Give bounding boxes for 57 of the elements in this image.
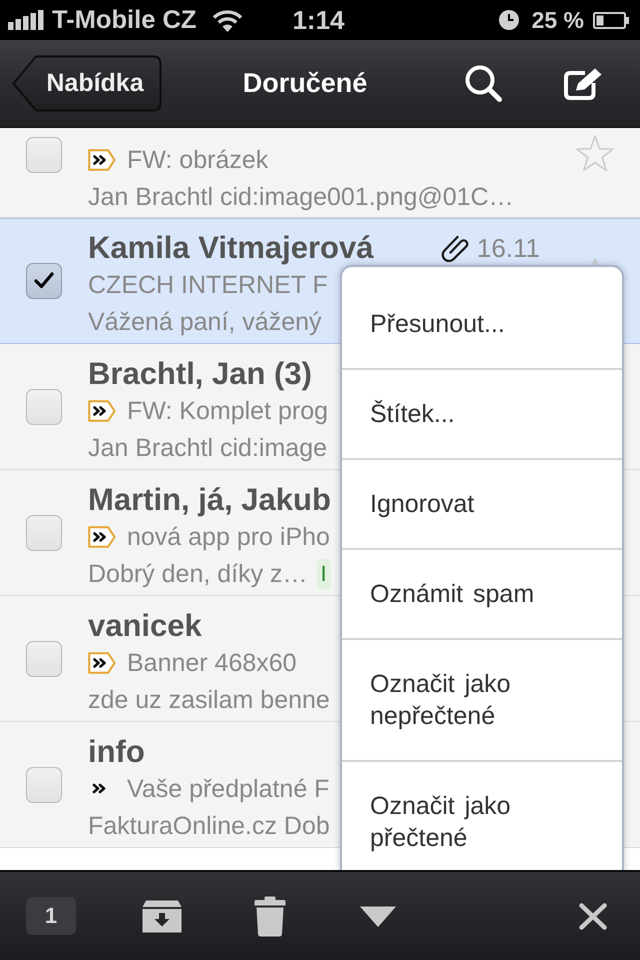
search-button[interactable] bbox=[465, 65, 502, 102]
message-snippet: FakturaOnline.cz Dob bbox=[88, 810, 330, 840]
menu-item[interactable]: Ignorovat bbox=[342, 458, 622, 548]
close-icon bbox=[579, 902, 607, 930]
compose-button[interactable] bbox=[564, 68, 603, 100]
message-snippet: Jan Brachtl cid:image bbox=[88, 432, 328, 462]
selection-count: 1 bbox=[26, 897, 76, 935]
sender-name: Brachtl, Jan (3) bbox=[88, 356, 312, 392]
clock-icon bbox=[498, 10, 519, 30]
screen-title: Doručené bbox=[242, 68, 368, 99]
menu-item[interactable]: Štítek... bbox=[342, 368, 622, 458]
importance-marker-icon[interactable] bbox=[88, 652, 116, 674]
label-tag: I bbox=[316, 558, 331, 588]
checkbox[interactable] bbox=[26, 262, 62, 298]
checkbox[interactable] bbox=[26, 766, 62, 802]
message-subject: nová app pro iPho bbox=[127, 522, 330, 552]
triangle-icon bbox=[360, 906, 396, 926]
checkbox[interactable] bbox=[26, 514, 62, 550]
importance-marker-icon[interactable] bbox=[88, 148, 116, 170]
message-subject: CZECH INTERNET F bbox=[88, 270, 328, 300]
importance-marker-icon[interactable] bbox=[88, 400, 116, 422]
menu-item[interactable]: Označit jako nepřečtené bbox=[342, 638, 622, 760]
archive-button[interactable] bbox=[142, 900, 182, 932]
delete-button[interactable] bbox=[254, 896, 286, 936]
message-snippet: Vážená paní, vážený bbox=[88, 306, 322, 336]
message-date: 16.11 bbox=[476, 232, 540, 264]
message-subject: FW: obrázek bbox=[127, 144, 268, 174]
message-snippet: Dobrý den, díky z… bbox=[88, 558, 308, 588]
checkbox[interactable] bbox=[26, 640, 62, 676]
menu-item[interactable]: Oznámit spam bbox=[342, 548, 622, 638]
sender-name: Martin, já, Jakub bbox=[88, 482, 331, 518]
importance-marker-icon[interactable] bbox=[88, 526, 116, 548]
archive-icon bbox=[142, 900, 182, 932]
back-button[interactable]: Nabídka bbox=[12, 55, 162, 112]
signal-icon bbox=[8, 10, 45, 30]
message-snippet: zde uz zasilam benne bbox=[88, 684, 330, 714]
star-icon[interactable] bbox=[575, 135, 615, 172]
search-icon bbox=[465, 65, 502, 102]
message-snippet: Jan Brachtl cid:image001.png@01C… bbox=[88, 182, 514, 212]
more-button[interactable] bbox=[360, 906, 396, 926]
carrier-name: T-Mobile CZ bbox=[52, 5, 196, 35]
compose-icon bbox=[564, 68, 603, 100]
sender-name: vanicek bbox=[88, 608, 202, 644]
message-subject: FW: Komplet prog bbox=[127, 396, 328, 426]
message-subject: Vaše předplatné F bbox=[127, 774, 330, 804]
check-icon bbox=[34, 272, 54, 289]
trash-icon bbox=[254, 896, 286, 936]
wifi-icon bbox=[212, 8, 244, 32]
checkbox[interactable] bbox=[26, 388, 62, 424]
close-button[interactable] bbox=[579, 902, 607, 930]
sender-name: info bbox=[88, 734, 145, 770]
message-subject: Banner 468x60 bbox=[127, 648, 297, 678]
sender-name: Kamila Vitmajerová bbox=[88, 230, 374, 266]
battery-percentage: 25 % bbox=[532, 6, 584, 35]
checkbox[interactable] bbox=[26, 137, 62, 173]
battery-icon bbox=[593, 12, 629, 28]
status-time: 1:14 bbox=[292, 5, 345, 35]
